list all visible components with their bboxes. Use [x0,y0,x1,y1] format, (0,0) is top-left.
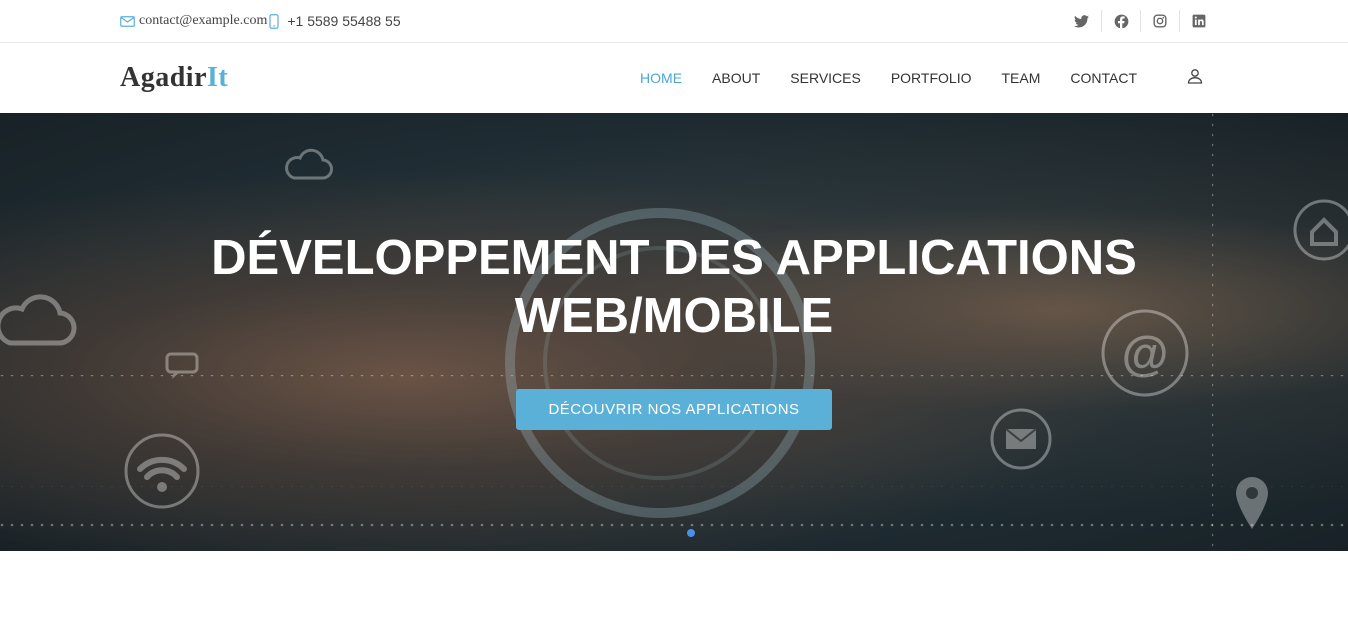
social-links [1062,10,1218,32]
nav-about[interactable]: ABOUT [712,70,760,86]
contact-info: contact@example.com +1 5589 55488 55 [120,13,401,29]
email-item[interactable]: contact@example.com [120,13,267,29]
logo-accent: It [207,62,229,93]
instagram-link[interactable] [1140,10,1179,32]
topbar: contact@example.com +1 5589 55488 55 [0,0,1348,43]
phone-icon [269,13,279,29]
hero-title: DÉVELOPPEMENT DES APPLICATIONS WEB/MOBIL… [0,229,1348,345]
linkedin-icon [1192,14,1206,28]
nav-portfolio[interactable]: PORTFOLIO [891,70,972,86]
nav-home[interactable]: HOME [640,70,682,86]
facebook-link[interactable] [1101,10,1140,32]
envelope-icon [120,15,135,27]
cloud-icon [285,148,333,180]
logo[interactable]: AgadirIt [120,62,228,94]
hero-title-line1: DÉVELOPPEMENT DES APPLICATIONS [211,231,1137,285]
user-icon [1187,68,1203,89]
twitter-link[interactable] [1062,10,1101,32]
email-text[interactable]: contact@example.com [139,13,267,29]
carousel-indicator-active[interactable] [687,529,695,537]
location-pin-icon [1236,477,1268,529]
user-account-button[interactable] [1187,68,1203,89]
twitter-icon [1074,14,1089,28]
phone-text[interactable]: +1 5589 55488 55 [287,13,400,29]
nav-contact[interactable]: CONTACT [1070,70,1137,86]
site-header: AgadirIt HOME ABOUT SERVICES PORTFOLIO T… [0,43,1348,113]
instagram-icon [1153,14,1167,28]
nav-team[interactable]: TEAM [1001,70,1040,86]
linkedin-link[interactable] [1179,10,1218,32]
hero-carousel: @ DÉVELOPPEMENT DES APPLICATIONS WEB/MOB… [0,113,1348,551]
hero-content: DÉVELOPPEMENT DES APPLICATIONS WEB/MOBIL… [0,229,1348,430]
hero-title-line2: WEB/MOBILE [514,289,834,343]
nav-services[interactable]: SERVICES [790,70,861,86]
facebook-icon [1114,14,1129,29]
wifi-icon [124,433,200,509]
discover-apps-button[interactable]: DÉCOUVRIR NOS APPLICATIONS [516,389,832,430]
logo-main: Agadir [120,62,207,93]
main-nav: HOME ABOUT SERVICES PORTFOLIO TEAM CONTA… [610,68,1203,89]
phone-item[interactable]: +1 5589 55488 55 [267,13,401,29]
